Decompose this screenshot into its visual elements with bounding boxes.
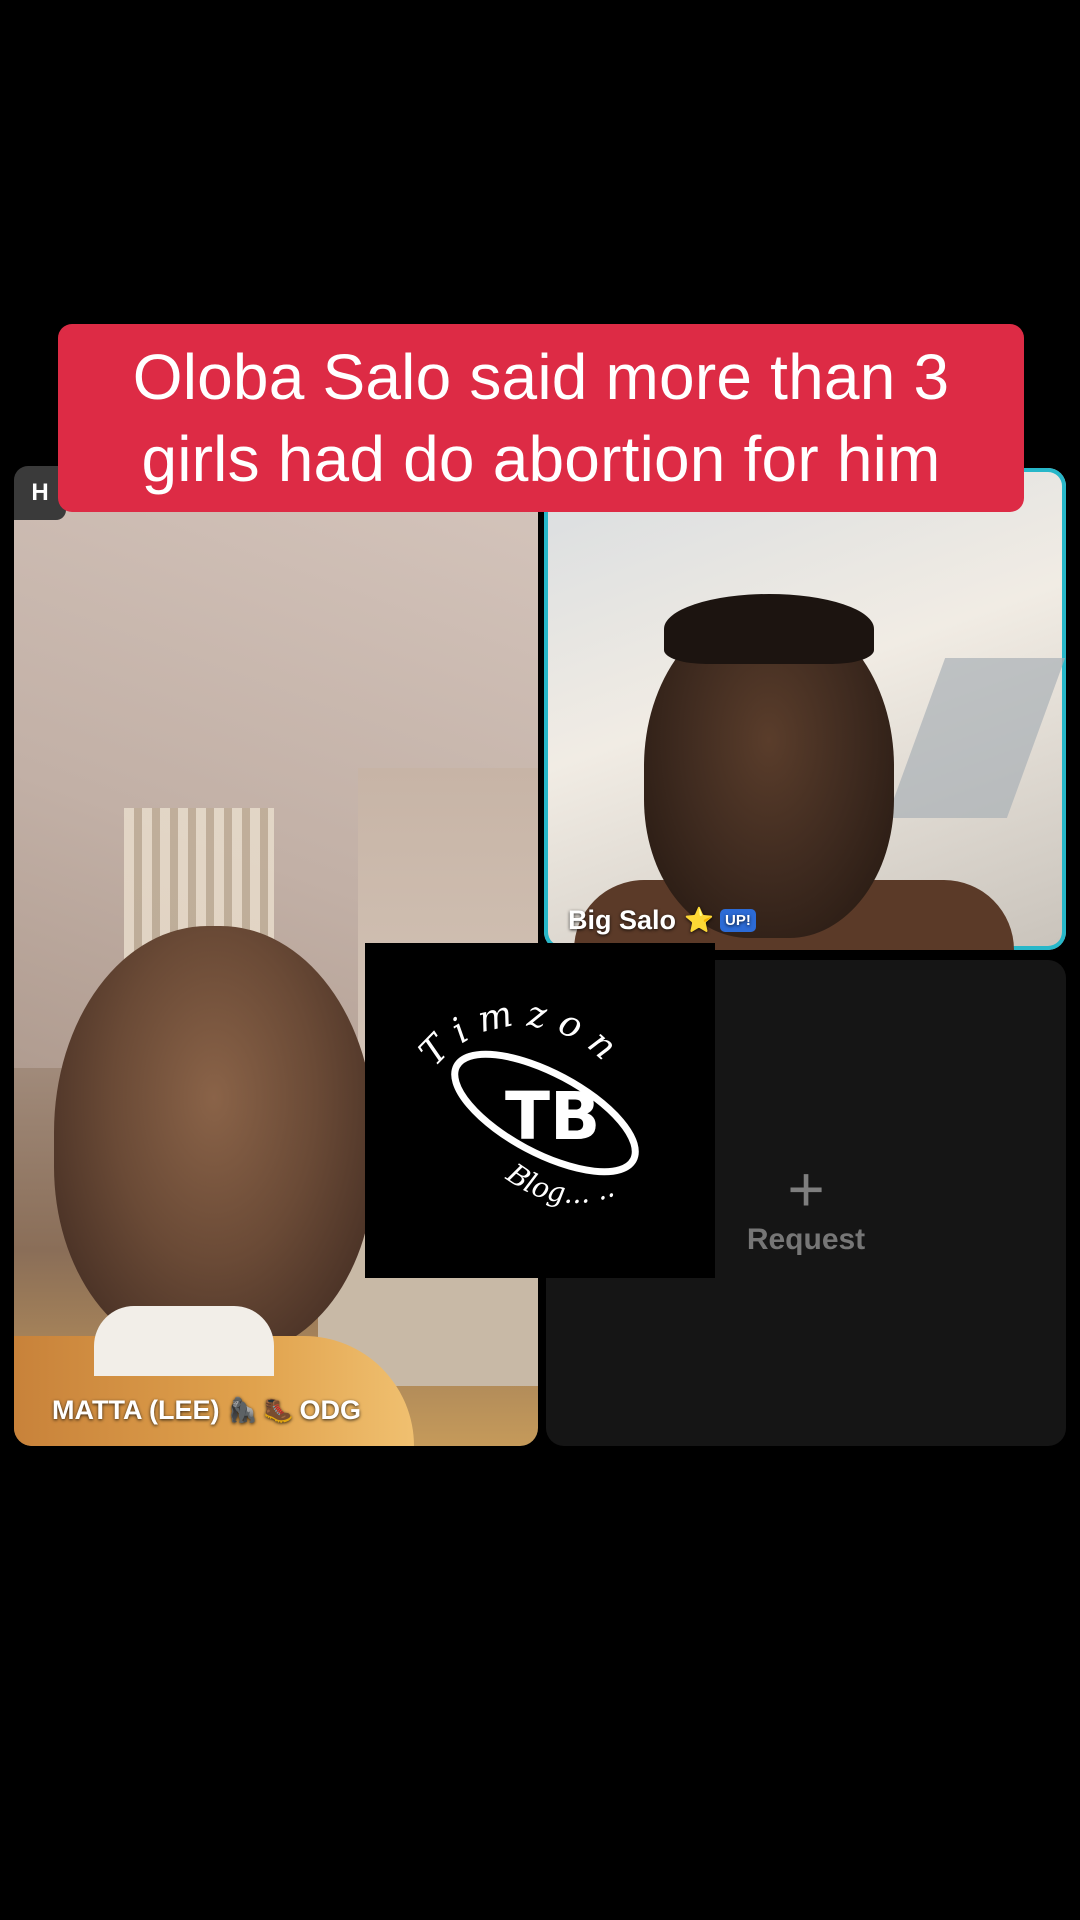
watermark-logo: T i m z o n TB Blog... .. bbox=[365, 943, 715, 1278]
guest-hair bbox=[664, 594, 874, 664]
guest-name-suffix: ODG bbox=[299, 1395, 361, 1425]
live-multi-guest-screen: MATTA (LEE) 🦍 🥾 ODG H Big Salo ⭐ UP! + R… bbox=[0, 0, 1080, 1920]
guest-name-label: MATTA (LEE) 🦍 🥾 ODG bbox=[52, 1395, 361, 1426]
plus-icon: + bbox=[787, 1153, 825, 1225]
guest-name: MATTA (LEE) bbox=[52, 1395, 220, 1425]
guest-collar bbox=[94, 1306, 274, 1376]
request-label: Request bbox=[746, 1223, 866, 1256]
caption-line-1: Oloba Salo said more than 3 bbox=[132, 341, 950, 413]
boot-emoji-icon: 🥾 bbox=[263, 1396, 294, 1424]
star-icon: ⭐ bbox=[684, 906, 714, 934]
video-caption-banner: Oloba Salo said more than 3 girls had do… bbox=[58, 324, 1024, 512]
caption-line-2: girls had do abortion for him bbox=[141, 423, 941, 495]
guest-name: Big Salo bbox=[568, 905, 677, 935]
up-badge: UP! bbox=[720, 909, 756, 932]
logo-monogram: TB bbox=[505, 1078, 600, 1155]
guest-name-label: Big Salo ⭐ UP! bbox=[568, 905, 756, 936]
background-ceiling bbox=[886, 658, 1066, 818]
timzon-blog-logo-icon: T i m z o n TB Blog... .. bbox=[412, 994, 639, 1210]
guest-face bbox=[54, 926, 374, 1356]
gorilla-emoji-icon: 🦍 bbox=[227, 1396, 258, 1424]
guest-video-tile-big-salo[interactable]: Big Salo ⭐ UP! bbox=[544, 468, 1066, 950]
